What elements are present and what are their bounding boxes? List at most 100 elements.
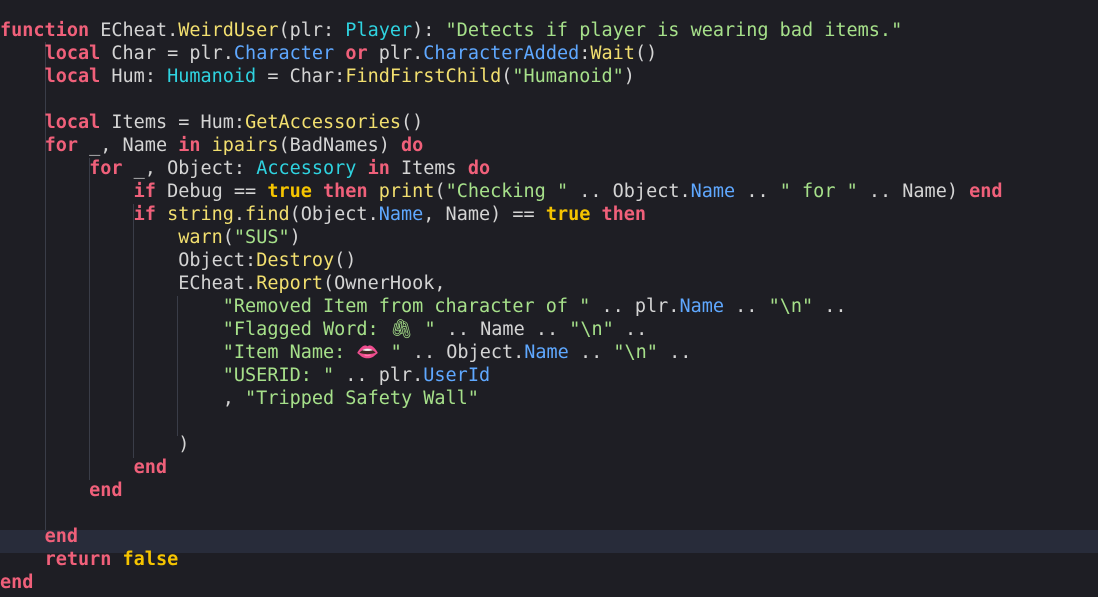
code-line[interactable]: end xyxy=(0,525,78,548)
code-token-fn: warn xyxy=(178,227,223,248)
code-token-str: "Detects if player is wearing bad items.… xyxy=(445,20,903,41)
code-token-txt: Object: xyxy=(0,250,257,271)
code-token-kw: do xyxy=(401,135,424,156)
code-token-txt: plr. xyxy=(367,43,424,64)
code-line[interactable]: end xyxy=(0,479,122,502)
code-line[interactable]: for _, Object: Accessory in Items do xyxy=(0,157,490,180)
code-token-fn: find xyxy=(245,204,290,225)
code-token-fn: WeirdUser xyxy=(178,20,279,41)
code-token-kw: local xyxy=(44,66,101,87)
code-token-txt: Items xyxy=(389,158,468,179)
code-token-txt: .. Object. xyxy=(568,181,691,202)
code-token-txt: ECheat. xyxy=(0,273,257,294)
code-line[interactable]: local Items = Hum:GetAccessories() xyxy=(0,111,424,134)
code-token-kw: local xyxy=(44,43,101,64)
code-token-txt: ) xyxy=(289,227,301,248)
code-token-kw: in xyxy=(367,158,390,179)
code-line[interactable]: , "Tripped Safety Wall" xyxy=(0,387,479,410)
code-token-kw: local xyxy=(44,112,101,133)
code-token-kw: end xyxy=(133,457,168,478)
code-token-prop: Name xyxy=(690,181,736,202)
code-token-type: Humanoid xyxy=(167,66,257,87)
code-token-kw: for xyxy=(44,135,78,156)
code-line[interactable]: local Char = plr.Character or plr.Charac… xyxy=(0,42,658,65)
code-line[interactable]: "Flagged Word: 🖇 " .. Name .. "\n" .. xyxy=(0,318,647,341)
code-token-txt: .. plr. xyxy=(590,296,680,317)
code-line[interactable]: local Hum: Humanoid = Char:FindFirstChil… xyxy=(0,65,635,88)
code-line[interactable]: "Item Name: 👄 " .. Object.Name .. "\n" .… xyxy=(0,341,692,364)
code-line[interactable]: if Debug == true then print("Checking " … xyxy=(0,180,1003,203)
code-editor[interactable]: function ECheat.WeirdUser(plr: Player): … xyxy=(0,0,1098,597)
code-token-bool: false xyxy=(122,549,179,570)
code-token-txt: , xyxy=(0,388,246,409)
code-token-str: "Tripped Safety Wall" xyxy=(245,388,479,409)
code-token-kw: return xyxy=(44,549,112,570)
code-token-txt: (Object. xyxy=(289,204,379,225)
code-token-txt: .. xyxy=(613,319,648,340)
code-token-txt: : xyxy=(579,43,591,64)
code-token-txt: .. xyxy=(657,342,692,363)
code-token-kw: if xyxy=(133,204,156,225)
code-token-prop: Character xyxy=(233,43,335,64)
code-token-txt: .. xyxy=(813,296,847,317)
code-token-fn: string xyxy=(167,204,234,225)
code-line[interactable]: if string.find(Object.Name, Name) == tru… xyxy=(0,203,646,226)
code-token-txt: .. Name) xyxy=(857,181,970,202)
code-token-txt: ): xyxy=(412,20,446,41)
code-token-fn: Report xyxy=(256,273,324,294)
code-line[interactable]: ECheat.Report(OwnerHook, xyxy=(0,272,446,295)
code-line[interactable]: warn("SUS") xyxy=(0,226,301,249)
code-token-txt: Hum: xyxy=(100,66,168,87)
code-token-str: "Item Name: 👄 " xyxy=(222,342,402,363)
code-token-txt: .. plr. xyxy=(334,365,424,386)
code-token-txt: (BadNames) xyxy=(278,135,402,156)
code-token-prop: Name xyxy=(679,296,724,317)
code-line[interactable]: end xyxy=(0,456,167,479)
code-token-txt: (OwnerHook, xyxy=(323,273,446,294)
code-token-kw: or xyxy=(345,43,368,64)
code-token-str: "\n" xyxy=(613,342,658,363)
code-line[interactable]: Object:Destroy() xyxy=(0,249,356,272)
code-token-txt: .. Name .. xyxy=(435,319,570,340)
code-token-txt: ECheat. xyxy=(89,20,179,41)
code-line[interactable]: return false xyxy=(0,548,179,571)
code-line[interactable]: end xyxy=(0,571,33,594)
code-line[interactable]: "Removed Item from character of " .. plr… xyxy=(0,295,847,318)
code-token-fn: FindFirstChild xyxy=(345,66,502,87)
code-line[interactable]: ) xyxy=(0,433,189,456)
code-line[interactable]: "USERID: " .. plr.UserId xyxy=(0,364,490,387)
code-line[interactable]: function ECheat.WeirdUser(plr: Player): … xyxy=(0,19,902,42)
code-token-str: "Removed Item from character of " xyxy=(222,296,591,317)
code-token-txt: () xyxy=(634,43,658,64)
code-token-bool: true xyxy=(545,204,591,225)
code-token-txt: .. xyxy=(735,181,780,202)
code-token-txt: () xyxy=(334,250,357,271)
code-token-fn: Destroy xyxy=(256,250,335,271)
code-token-txt: (plr: xyxy=(278,20,346,41)
code-token-txt: = Char: xyxy=(256,66,346,87)
code-token-str: "Humanoid" xyxy=(512,66,624,87)
code-token-txt: .. Object. xyxy=(401,342,525,363)
code-line[interactable]: for _, Name in ipairs(BadNames) do xyxy=(0,134,424,157)
code-token-txt: , Name) == xyxy=(423,204,546,225)
code-token-kw: do xyxy=(467,158,491,179)
code-token-kw: in xyxy=(178,135,201,156)
code-token-kw: end xyxy=(44,526,78,547)
code-token-fn: print xyxy=(378,181,435,202)
